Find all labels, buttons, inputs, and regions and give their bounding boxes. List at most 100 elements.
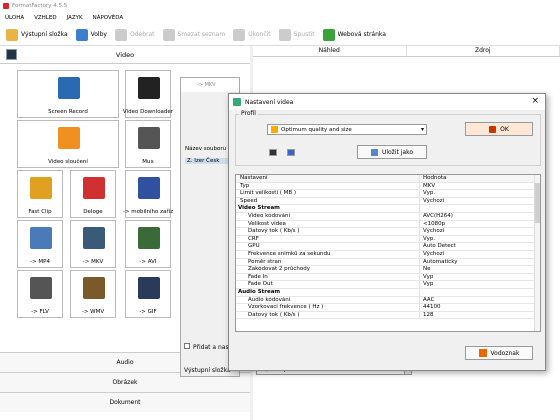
column-preview[interactable]: Náhled — [253, 46, 407, 56]
tool-tile-avi[interactable]: -> AVI — [125, 220, 171, 268]
setting-value[interactable] — [420, 289, 540, 296]
stop-icon — [233, 28, 246, 41]
setting-value[interactable]: AAC — [420, 297, 540, 304]
setting-value[interactable]: 44100 — [420, 304, 540, 311]
settings-row[interactable]: Fade Out Vyp — [236, 281, 540, 289]
toolbar-button-clear-list[interactable]: Smazat seznam — [162, 28, 225, 41]
tool-tile-label: Fast Clip — [28, 209, 52, 215]
scrollbar-thumb[interactable] — [535, 183, 540, 223]
setting-value[interactable]: Výchozí — [420, 251, 540, 258]
close-icon[interactable]: × — [531, 96, 539, 106]
options-icon — [75, 28, 88, 41]
toolbar-button-folder[interactable]: Výstupní složka — [6, 28, 68, 41]
toolbar-button-remove[interactable]: Odebrat — [114, 28, 155, 41]
avi-icon — [138, 227, 160, 249]
tool-tile-fast-clip[interactable]: Fast Clip — [17, 170, 63, 218]
settings-row[interactable]: Vzorkovací frekvence ( Hz ) 44100 — [236, 304, 540, 312]
menu-item-language[interactable]: JAZYK — [62, 15, 88, 21]
setting-value[interactable]: Výchozí — [420, 198, 540, 205]
setting-value[interactable]: Auto Detect — [420, 243, 540, 250]
save-as-label: Uložit jako — [381, 148, 414, 156]
tool-tile-gif[interactable]: -> GIF — [125, 270, 171, 318]
settings-section-row[interactable]: Video Stream — [236, 205, 540, 213]
checkbox-box[interactable] — [184, 343, 190, 349]
settings-row[interactable]: Frekvence snímků za sekundu Výchozí — [236, 250, 540, 259]
save-icon — [370, 148, 378, 156]
video-category-header[interactable]: Video — [0, 46, 250, 64]
setting-value[interactable]: Automaticky — [420, 259, 540, 266]
column-source[interactable]: Zdroj — [407, 46, 560, 56]
settings-row[interactable]: Zakódovat 2 průchody Ne — [236, 266, 540, 274]
setting-value[interactable]: Vyp — [420, 274, 540, 281]
settings-row[interactable]: Limit velikosti ( MB ) Vyp. — [236, 190, 540, 198]
settings-row[interactable]: Fade In Vyp — [236, 273, 540, 282]
tool-tile-wmv[interactable]: -> WMV — [70, 270, 116, 318]
start-icon — [278, 28, 291, 41]
tool-tile-label: Deloge — [83, 209, 103, 215]
video-category-label: Video — [115, 50, 135, 59]
setting-value[interactable]: Výchozí — [420, 228, 540, 235]
setting-value[interactable]: <1080p — [420, 221, 540, 228]
menu-item-task[interactable]: ÚLOHA — [0, 15, 29, 21]
settings-row[interactable]: Speed Výchozí — [236, 197, 540, 206]
toolbar-button-options[interactable]: Volby — [75, 28, 107, 41]
tool-tile-mp4[interactable]: -> MP4 — [17, 220, 63, 268]
watermark-button[interactable]: Vodoznak — [465, 346, 533, 360]
tool-tile-label: -> MP4 — [30, 259, 50, 265]
toolbar-button-start[interactable]: Spustit — [278, 28, 315, 41]
profile-select[interactable]: Optimum quality and size ▾ — [267, 124, 427, 135]
tool-tile-flv[interactable]: -> FLV — [17, 270, 63, 318]
menu-item-skin[interactable]: VZHLED — [29, 15, 61, 21]
tool-tile-mobile-device[interactable]: -> mobilního zaříz — [123, 170, 173, 218]
toolbar-button-stop[interactable]: Ukončit — [233, 28, 271, 41]
help-icon[interactable] — [287, 149, 295, 156]
tool-tile-label: Video Downloader — [122, 109, 174, 115]
settings-row[interactable]: Datový tok ( Kb/s ) 128 — [236, 311, 540, 320]
setting-value[interactable]: Vyp. — [420, 236, 540, 243]
menu-bar: ÚLOHA VZHLED JAZYK NÁPOVĚDA — [0, 12, 560, 24]
small-preview-icon[interactable] — [269, 149, 277, 156]
toolbar-label: Výstupní složka — [21, 31, 68, 38]
tool-tile-label: -> FLV — [31, 309, 49, 315]
setting-value[interactable]: MKV — [420, 183, 540, 190]
tool-tile-mkv[interactable]: -> MKV — [70, 220, 116, 268]
category-document[interactable]: Dokument — [0, 392, 250, 412]
column-value: Hodnota — [423, 175, 447, 181]
setting-value[interactable]: Ne — [420, 266, 540, 273]
setting-value[interactable]: 128 — [420, 312, 540, 319]
setting-value[interactable]: AVC(H264) — [420, 213, 540, 220]
video-merge-icon — [58, 127, 80, 149]
settings-row[interactable]: Video kódování AVC(H264) — [236, 212, 540, 221]
save-as-button[interactable]: Uložit jako — [357, 145, 427, 159]
tool-tile-mux[interactable]: Mux — [125, 120, 171, 168]
toolbar-button-web[interactable]: Webová stránka — [322, 28, 386, 41]
menu-item-help[interactable]: NÁPOVĚDA — [88, 15, 129, 21]
settings-row[interactable]: Audio kódování AAC — [236, 296, 540, 305]
settings-row[interactable]: Velikost videa <1080p — [236, 220, 540, 229]
settings-row[interactable]: GPU Auto Detect — [236, 243, 540, 251]
tool-tile-video-downloader[interactable]: Video Downloader — [122, 70, 174, 118]
settings-scrollbar[interactable] — [534, 175, 540, 331]
clear-list-icon — [162, 28, 175, 41]
ok-label: OK — [500, 125, 509, 133]
ok-button[interactable]: OK — [465, 122, 533, 136]
profile-label: Profil — [239, 110, 258, 117]
tool-tile-label: -> WMV — [81, 309, 105, 315]
settings-section-row[interactable]: Audio Stream — [236, 288, 540, 297]
setting-value[interactable]: Vyp. — [420, 190, 540, 197]
setting-value[interactable] — [420, 205, 540, 212]
tool-tile-screen-record[interactable]: Screen Record — [17, 70, 119, 118]
settings-row[interactable]: Typ MKV — [236, 182, 540, 191]
tool-tile-deloge[interactable]: Deloge — [70, 170, 116, 218]
output-folder-label: Výstupní složka — [184, 367, 231, 374]
setting-name: Video Stream — [236, 205, 420, 212]
settings-row[interactable]: Datový tok ( Kb/s ) Výchozí — [236, 228, 540, 236]
setting-value[interactable]: Vyp — [420, 281, 540, 288]
setting-name: Zakódovat 2 průchody — [236, 266, 420, 273]
tool-tile-video-merge[interactable]: Video sloučení — [17, 120, 119, 168]
quality-icon — [271, 126, 278, 133]
settings-row[interactable]: Poměr stran Automaticky — [236, 258, 540, 267]
settings-row[interactable]: CRF Vyp. — [236, 235, 540, 244]
chevron-down-icon[interactable]: ▾ — [421, 126, 424, 133]
folder-icon — [6, 28, 18, 41]
